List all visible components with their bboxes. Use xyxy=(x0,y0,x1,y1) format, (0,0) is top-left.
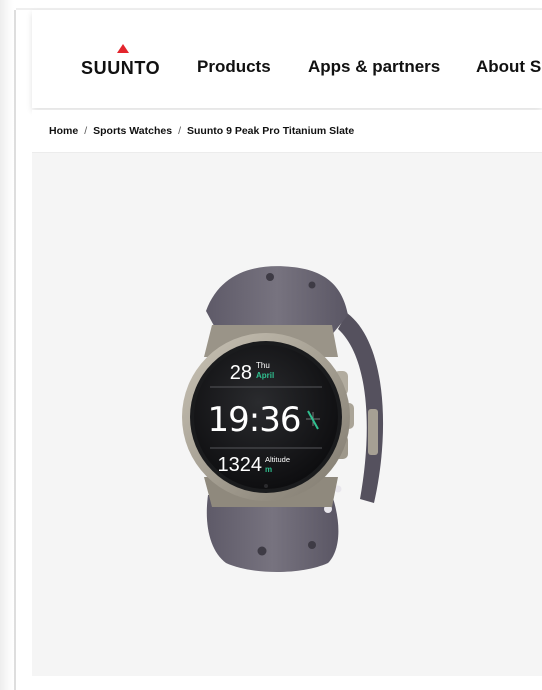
watch-altitude-value: 1324 xyxy=(218,454,263,476)
nav-apps-partners[interactable]: Apps & partners xyxy=(308,57,440,77)
watch-altitude-label: Altitude xyxy=(265,455,290,464)
breadcrumb-sports-watches[interactable]: Sports Watches xyxy=(93,125,172,137)
breadcrumb-separator: / xyxy=(84,125,88,137)
site-header: SUUNTO Products Apps & partners About S xyxy=(32,10,542,108)
breadcrumb-separator: / xyxy=(178,125,181,137)
product-image-gallery: 28 Thu April 19:36 1324 Altitude m xyxy=(32,153,542,676)
logo-wordmark: SUUNTO xyxy=(81,58,161,78)
watch-altitude-unit: m xyxy=(265,465,272,474)
nav-about[interactable]: About S xyxy=(476,57,541,77)
breadcrumb-current-page: Suunto 9 Peak Pro Titanium Slate xyxy=(187,125,355,137)
watch-date-month: April xyxy=(256,371,274,380)
strap-buckle xyxy=(368,409,378,455)
nav-products[interactable]: Products xyxy=(197,57,271,77)
watch-date-day: 28 xyxy=(230,362,252,384)
breadcrumb: Home / Sports Watches / Suunto 9 Peak Pro Ti… xyxy=(32,110,542,153)
window-left-border xyxy=(14,10,16,690)
suunto-logo[interactable]: SUUNTO xyxy=(81,44,167,84)
breadcrumb-home[interactable]: Home xyxy=(49,125,78,137)
watch-time: 19:36 xyxy=(208,400,301,440)
product-image-watch[interactable]: 28 Thu April 19:36 1324 Altitude m xyxy=(142,263,392,573)
suunto-logo-icon xyxy=(117,44,129,53)
watch-date-weekday: Thu xyxy=(256,361,270,370)
window-left-edge xyxy=(0,0,14,690)
